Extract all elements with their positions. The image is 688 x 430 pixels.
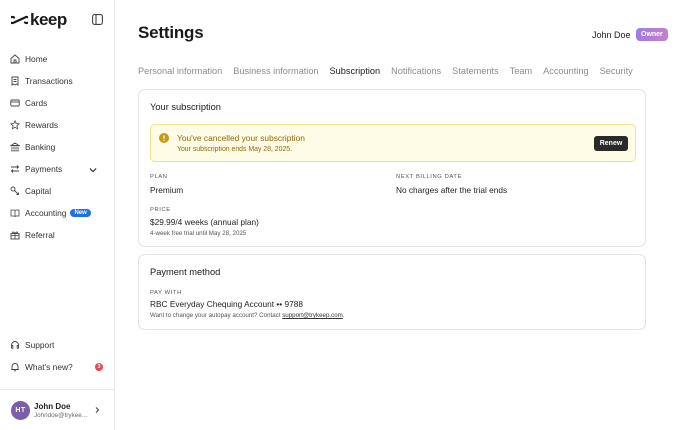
- sidebar-item-referral[interactable]: Referral: [0, 224, 114, 246]
- card-icon: [10, 99, 20, 107]
- tab-business-information[interactable]: Business information: [233, 66, 318, 76]
- sidebar-item-rewards[interactable]: Rewards: [0, 114, 114, 136]
- cancellation-alert: You've cancelled your subscription Your …: [150, 124, 636, 162]
- tab-notifications[interactable]: Notifications: [391, 66, 441, 76]
- sidebar-bottom-nav: Support What's new? 3: [0, 334, 114, 378]
- notification-count-badge: 3: [95, 363, 103, 371]
- sidebar-nav: Home Transactions Cards Rewards Banking …: [0, 48, 114, 246]
- sidebar-item-cards[interactable]: Cards: [0, 92, 114, 114]
- support-email-link[interactable]: support@trykeep.com: [282, 312, 343, 319]
- autopay-note-text: Want to change your autopay account? Con…: [150, 312, 283, 319]
- gift-icon: [10, 231, 20, 240]
- page-title: Settings: [138, 23, 204, 42]
- sidebar-item-label: Accounting: [25, 208, 67, 218]
- settings-tabs: Personal information Business informatio…: [138, 66, 644, 76]
- plan-value: Premium: [150, 185, 184, 195]
- billing-date-label: NEXT BILLING DATE: [396, 174, 463, 180]
- pay-with-label: PAY WITH: [150, 290, 182, 296]
- user-email: Johndoe@trykeep.com: [34, 412, 88, 419]
- tab-subscription[interactable]: Subscription: [330, 66, 381, 76]
- sidebar-item-label: Payments: [25, 164, 63, 174]
- book-icon: [10, 209, 20, 218]
- payment-method-card: Payment method PAY WITH RBC Everyday Che…: [138, 254, 646, 330]
- sidebar-item-label: Capital: [25, 186, 52, 196]
- tab-personal-information[interactable]: Personal information: [138, 66, 222, 76]
- star-icon: [10, 120, 20, 130]
- sidebar-item-label: Cards: [25, 98, 48, 108]
- tab-accounting[interactable]: Accounting: [543, 66, 588, 76]
- sidebar-item-accounting[interactable]: Accounting New: [0, 202, 114, 224]
- bell-icon: [11, 363, 19, 372]
- sidebar-item-label: Banking: [25, 142, 56, 152]
- receipt-icon: [11, 76, 19, 86]
- sidebar-item-whats-new[interactable]: What's new? 3: [0, 356, 114, 378]
- sidebar-item-capital[interactable]: Capital: [0, 180, 114, 202]
- billing-date-value: No charges after the trial ends: [396, 185, 508, 195]
- chevron-down-icon[interactable]: [88, 165, 98, 175]
- capital-icon: [10, 186, 19, 195]
- sidebar-item-support[interactable]: Support: [0, 334, 114, 356]
- role-badge: Owner: [636, 28, 668, 41]
- headset-icon: [11, 341, 19, 349]
- brand-logo[interactable]: keep: [11, 10, 67, 29]
- price-value: $29.99/4 weeks (annual plan): [150, 217, 259, 227]
- chevron-right-icon[interactable]: [93, 406, 101, 414]
- warning-icon: [159, 133, 169, 143]
- sidebar-item-label: Home: [25, 54, 48, 64]
- brand-name: keep: [30, 10, 67, 29]
- transfer-icon: [10, 165, 20, 173]
- sidebar-item-transactions[interactable]: Transactions: [0, 70, 114, 92]
- home-icon: [10, 54, 20, 64]
- user-name: John Doe: [34, 402, 71, 411]
- sidebar-item-label: What's new?: [25, 362, 73, 372]
- subscription-card: Your subscription You've cancelled your …: [138, 89, 646, 247]
- renew-button[interactable]: Renew: [594, 136, 628, 151]
- subscription-title: Your subscription: [150, 102, 221, 112]
- avatar: HT: [11, 401, 30, 420]
- header-user-name: John Doe: [592, 30, 631, 40]
- sidebar-item-label: Transactions: [25, 76, 73, 86]
- tab-statements[interactable]: Statements: [452, 66, 498, 76]
- sidebar-item-label: Rewards: [25, 120, 59, 130]
- user-profile-menu[interactable]: HT John Doe Johndoe@trykeep.com: [0, 389, 114, 430]
- plan-label: PLAN: [150, 174, 168, 180]
- autopay-note-suffix: .: [342, 312, 345, 319]
- price-note: 4-week free trial until May 28, 2025: [150, 230, 247, 237]
- sidebar-item-home[interactable]: Home: [0, 48, 114, 70]
- sidebar-item-payments[interactable]: Payments: [0, 158, 114, 180]
- payment-title: Payment method: [150, 267, 221, 277]
- sidebar-collapse-icon[interactable]: [92, 14, 103, 25]
- sidebar-item-label: Referral: [25, 230, 55, 240]
- pay-with-value: RBC Everyday Chequing Account •• 9788: [150, 299, 303, 309]
- bank-icon: [10, 142, 20, 152]
- sidebar: keep Home Transactions Cards Rewards Ban…: [0, 0, 115, 430]
- tab-security[interactable]: Security: [600, 66, 633, 76]
- alert-title: You've cancelled your subscription: [177, 133, 305, 143]
- new-badge: New: [70, 209, 91, 217]
- price-label: PRICE: [150, 207, 171, 213]
- sidebar-item-label: Support: [25, 340, 55, 350]
- alert-text: Your subscription ends May 28, 2025.: [177, 146, 293, 153]
- keep-logo-icon: [11, 15, 28, 25]
- tab-team[interactable]: Team: [510, 66, 532, 76]
- sidebar-item-banking[interactable]: Banking: [0, 136, 114, 158]
- autopay-note: Want to change your autopay account? Con…: [150, 312, 345, 319]
